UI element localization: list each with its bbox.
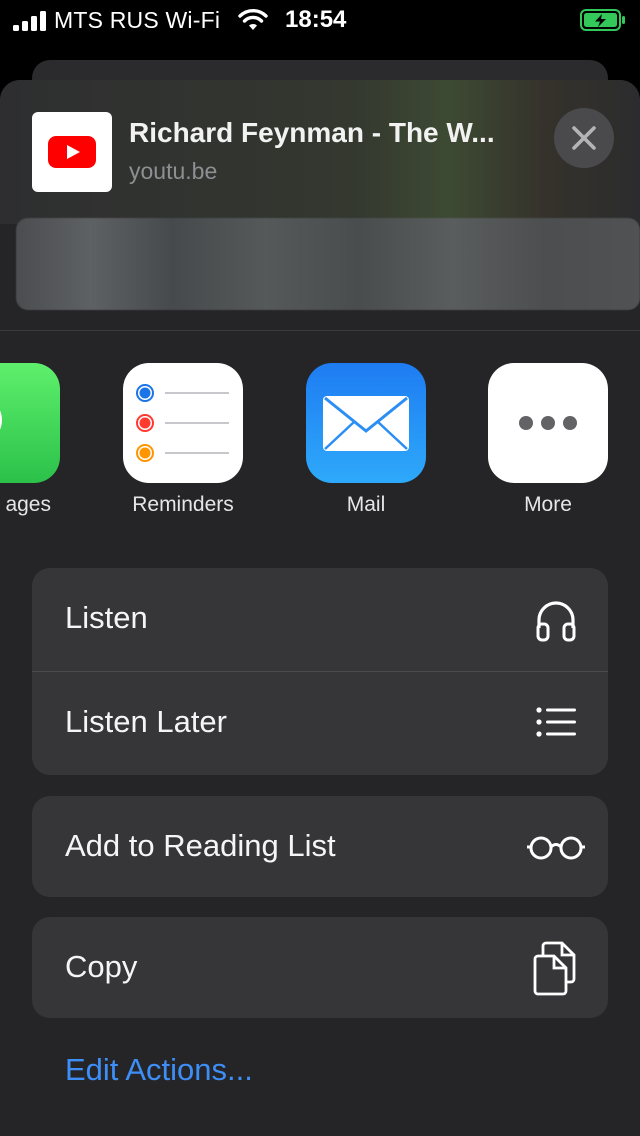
clock: 18:54 <box>285 6 347 33</box>
app-label: ages <box>5 493 51 516</box>
blurred-preview <box>16 218 640 310</box>
app-label: More <box>524 493 572 516</box>
carrier-name: MTS RUS Wi-Fi <box>54 7 221 33</box>
divider <box>0 330 640 331</box>
close-button[interactable] <box>554 108 614 168</box>
reading-list-group: Add to Reading List <box>32 796 608 897</box>
wifi-icon <box>238 9 268 30</box>
copy-action[interactable]: Copy <box>32 917 608 1018</box>
copy-group: Copy <box>32 917 608 1018</box>
glasses-icon <box>527 836 585 860</box>
copy-icon <box>533 941 576 996</box>
battery-charging-icon <box>580 9 625 31</box>
list-icon <box>536 707 576 737</box>
app-label: Reminders <box>132 493 234 516</box>
youtube-logo-icon <box>48 136 96 168</box>
action-label: Listen Later <box>65 704 227 739</box>
listen-action[interactable]: Listen <box>32 568 608 671</box>
app-label: Mail <box>346 493 386 516</box>
app-more[interactable]: More <box>478 363 618 523</box>
share-sheet-screen: MTS RUS Wi-Fi 18:54 Richard Feynman - Th… <box>0 0 640 1136</box>
share-url: youtu.be <box>129 158 218 184</box>
cellular-signal-icon <box>13 11 47 31</box>
edit-actions-link[interactable]: Edit Actions... <box>65 1052 253 1088</box>
reminders-icon <box>123 363 243 483</box>
share-sheet: Richard Feynman - The W... youtu.be ages <box>0 80 640 1136</box>
app-mail[interactable]: Mail <box>296 363 436 523</box>
action-label: Add to Reading List <box>65 828 336 863</box>
link-thumbnail <box>32 112 112 192</box>
share-apps-row[interactable]: ages Reminders Mail More <box>0 363 640 523</box>
status-bar: MTS RUS Wi-Fi 18:54 <box>0 0 640 40</box>
listen-actions-group: Listen Listen Later <box>32 568 608 775</box>
action-label: Copy <box>65 949 138 984</box>
mail-icon <box>306 363 426 483</box>
close-icon <box>572 126 596 150</box>
more-icon <box>488 363 608 483</box>
add-to-reading-list-action[interactable]: Add to Reading List <box>32 796 608 897</box>
listen-later-action[interactable]: Listen Later <box>32 671 608 775</box>
action-label: Listen <box>65 600 148 635</box>
app-reminders[interactable]: Reminders <box>113 363 253 523</box>
headphones-icon <box>536 601 576 642</box>
messages-icon <box>0 363 60 483</box>
share-header: Richard Feynman - The W... youtu.be <box>0 80 640 224</box>
app-messages[interactable]: ages <box>0 363 70 523</box>
share-title: Richard Feynman - The W... <box>129 117 495 148</box>
